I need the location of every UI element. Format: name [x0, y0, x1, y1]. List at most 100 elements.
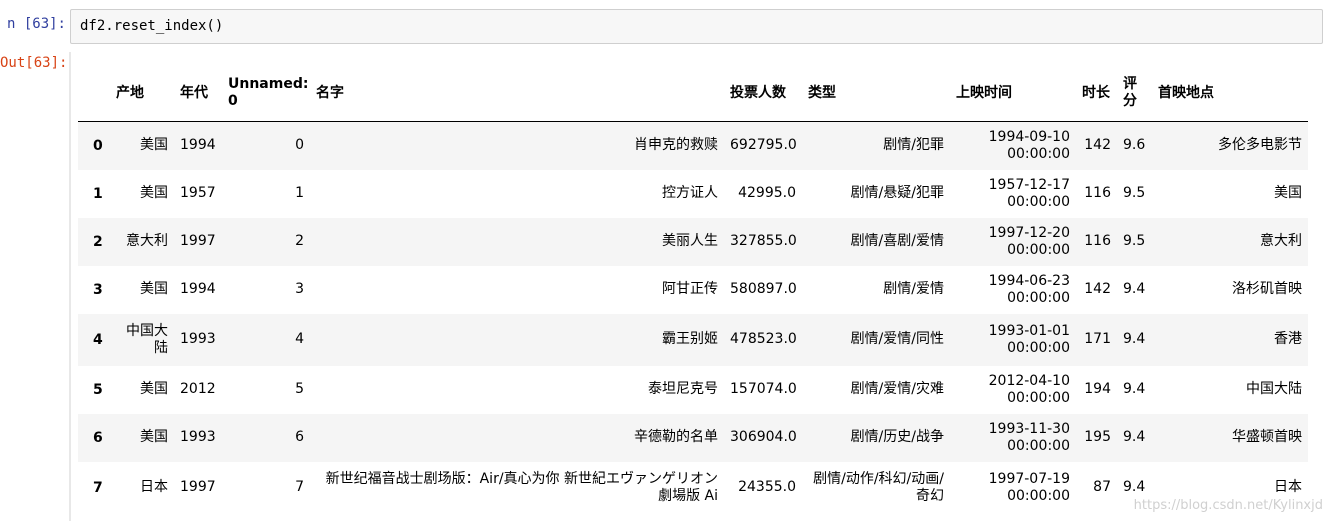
- cell-premiere-location: 中国大陆: [1246, 381, 1302, 397]
- cell-genre: 剧情/犯罪: [883, 137, 944, 154]
- cell-votes: 24355.0: [738, 479, 796, 495]
- cell-year: 1997: [180, 479, 216, 495]
- cell-duration: 142: [1084, 281, 1111, 297]
- header-duration: 时长: [1076, 65, 1117, 122]
- cell-unnamed: 5: [295, 381, 304, 397]
- table-row: 4 中国大陆 1993 4 霸王别姬 478523.0 剧情/爱情/同性 199…: [78, 313, 1308, 366]
- cell-votes: 692795.0: [730, 137, 797, 154]
- cell-premiere-location: 意大利: [1260, 233, 1302, 249]
- cell-rating: 9.4: [1123, 281, 1146, 297]
- cell-year: 1993: [180, 429, 216, 445]
- row-index: 3: [93, 281, 103, 298]
- cell-votes: 42995.0: [738, 185, 796, 201]
- cell-release-date: 1957-12-17 00:00:00: [988, 176, 1070, 210]
- cell-genre: 剧情/爱情/同性: [850, 331, 944, 347]
- row-index: 2: [93, 233, 103, 250]
- header-origin: 产地: [110, 65, 174, 122]
- cell-rating: 9.4: [1123, 429, 1146, 445]
- cell-duration: 142: [1084, 137, 1111, 154]
- cell-unnamed: 7: [295, 479, 304, 495]
- cell-votes: 580897.0: [730, 281, 797, 297]
- output-prompt: Out[63]:: [0, 55, 68, 71]
- cell-duration: 194: [1084, 381, 1111, 397]
- row-index: 0: [93, 137, 103, 154]
- cell-name: 新世纪福音战士剧场版：Air/真心为你 新世紀エヴァンゲリオン劇場版 Ai: [325, 470, 718, 504]
- cell-release-date: 1993-11-30 00:00:00: [988, 420, 1070, 454]
- cell-year: 1994: [180, 137, 216, 154]
- cell-unnamed: 2: [295, 233, 304, 249]
- header-unnamed: Unnamed: 0: [222, 65, 310, 122]
- row-index: 4: [93, 331, 103, 348]
- row-index: 7: [93, 479, 103, 496]
- cell-duration: 116: [1084, 233, 1111, 249]
- table-row: 7 日本 1997 7 新世纪福音战士剧场版：Air/真心为你 新世紀エヴァンゲ…: [78, 462, 1308, 514]
- cell-duration: 87: [1093, 479, 1111, 495]
- cell-origin: 美国: [140, 429, 168, 445]
- table-row: 5 美国 2012 5 泰坦尼克号 157074.0 剧情/爱情/灾难 2012…: [78, 366, 1308, 414]
- header-name: 名字: [310, 65, 724, 122]
- cell-premiere-location: 美国: [1274, 185, 1302, 201]
- cell-name: 控方证人: [662, 185, 718, 201]
- cell-votes: 306904.0: [730, 429, 797, 445]
- header-index: [78, 65, 110, 122]
- cell-year: 2012: [180, 381, 216, 397]
- watermark: https://blog.csdn.net/Kylinxjd: [1133, 498, 1323, 513]
- cell-name: 霸王别姬: [662, 331, 718, 347]
- header-rating: 评分: [1117, 65, 1152, 122]
- cell-unnamed: 4: [295, 331, 304, 347]
- header-votes: 投票人数: [724, 65, 802, 122]
- cell-genre: 剧情/爱情/灾难: [850, 381, 944, 397]
- output-scroll-bar[interactable]: [69, 52, 71, 521]
- header-premiere-location: 首映地点: [1152, 65, 1308, 122]
- cell-year: 1957: [180, 185, 216, 201]
- table-row: 0 美国 1994 0 肖申克的救赎 692795.0 剧情/犯罪 1994-0…: [78, 121, 1308, 170]
- cell-premiere-location: 多伦多电影节: [1218, 137, 1302, 154]
- cell-origin: 美国: [140, 185, 168, 201]
- cell-rating: 9.5: [1123, 233, 1146, 249]
- header-year: 年代: [174, 65, 222, 122]
- cell-release-date: 1993-01-01 00:00:00: [988, 322, 1070, 356]
- cell-premiere-location: 华盛顿首映: [1232, 429, 1302, 445]
- cell-duration: 195: [1084, 429, 1111, 445]
- dataframe-output: 产地 年代 Unnamed: 0 名字 投票人数 类型 上映时间 时长 评分 首…: [78, 65, 1308, 514]
- cell-name: 肖申克的救赎: [634, 137, 718, 154]
- cell-origin: 美国: [140, 281, 168, 297]
- cell-unnamed: 0: [295, 137, 304, 154]
- cell-origin: 日本: [140, 479, 168, 495]
- code-text[interactable]: df2.reset_index(): [80, 18, 223, 34]
- cell-release-date: 1997-12-20 00:00:00: [988, 224, 1070, 258]
- cell-name: 泰坦尼克号: [648, 381, 718, 397]
- cell-year: 1997: [180, 233, 216, 249]
- cell-origin: 美国: [140, 381, 168, 397]
- cell-votes: 327855.0: [730, 233, 797, 249]
- cell-rating: 9.5: [1123, 185, 1146, 201]
- cell-duration: 116: [1084, 185, 1111, 201]
- cell-release-date: 1997-07-19 00:00:00: [988, 470, 1070, 504]
- cell-genre: 剧情/喜剧/爱情: [850, 233, 944, 249]
- cell-genre: 剧情/历史/战争: [850, 429, 944, 445]
- cell-genre: 剧情/动作/科幻/动画/奇幻: [813, 470, 944, 504]
- cell-unnamed: 1: [295, 185, 304, 201]
- cell-release-date: 1994-09-10 00:00:00: [988, 128, 1070, 162]
- table-row: 3 美国 1994 3 阿甘正传 580897.0 剧情/爱情 1994-06-…: [78, 266, 1308, 314]
- cell-name: 辛德勒的名单: [634, 429, 718, 445]
- cell-origin: 意大利: [126, 233, 168, 249]
- cell-unnamed: 3: [295, 281, 304, 297]
- row-index: 6: [93, 429, 103, 446]
- table-row: 2 意大利 1997 2 美丽人生 327855.0 剧情/喜剧/爱情 1997…: [78, 217, 1308, 266]
- header-genre: 类型: [802, 65, 950, 122]
- cell-rating: 9.4: [1123, 331, 1146, 347]
- table-header-row: 产地 年代 Unnamed: 0 名字 投票人数 类型 上映时间 时长 评分 首…: [78, 65, 1308, 122]
- table-row: 6 美国 1993 6 辛德勒的名单 306904.0 剧情/历史/战争 199…: [78, 413, 1308, 462]
- cell-genre: 剧情/爱情: [883, 281, 944, 297]
- cell-premiere-location: 洛杉矶首映: [1232, 281, 1302, 297]
- cell-rating: 9.6: [1123, 137, 1146, 154]
- cell-name: 美丽人生: [662, 233, 718, 249]
- code-input-area[interactable]: df2.reset_index(): [70, 9, 1323, 44]
- cell-duration: 171: [1084, 331, 1111, 347]
- cell-origin: 美国: [140, 137, 168, 154]
- cell-release-date: 2012-04-10 00:00:00: [988, 372, 1070, 406]
- cell-premiere-location: 香港: [1274, 331, 1302, 347]
- row-index: 1: [93, 185, 103, 202]
- dataframe-table: 产地 年代 Unnamed: 0 名字 投票人数 类型 上映时间 时长 评分 首…: [78, 65, 1308, 514]
